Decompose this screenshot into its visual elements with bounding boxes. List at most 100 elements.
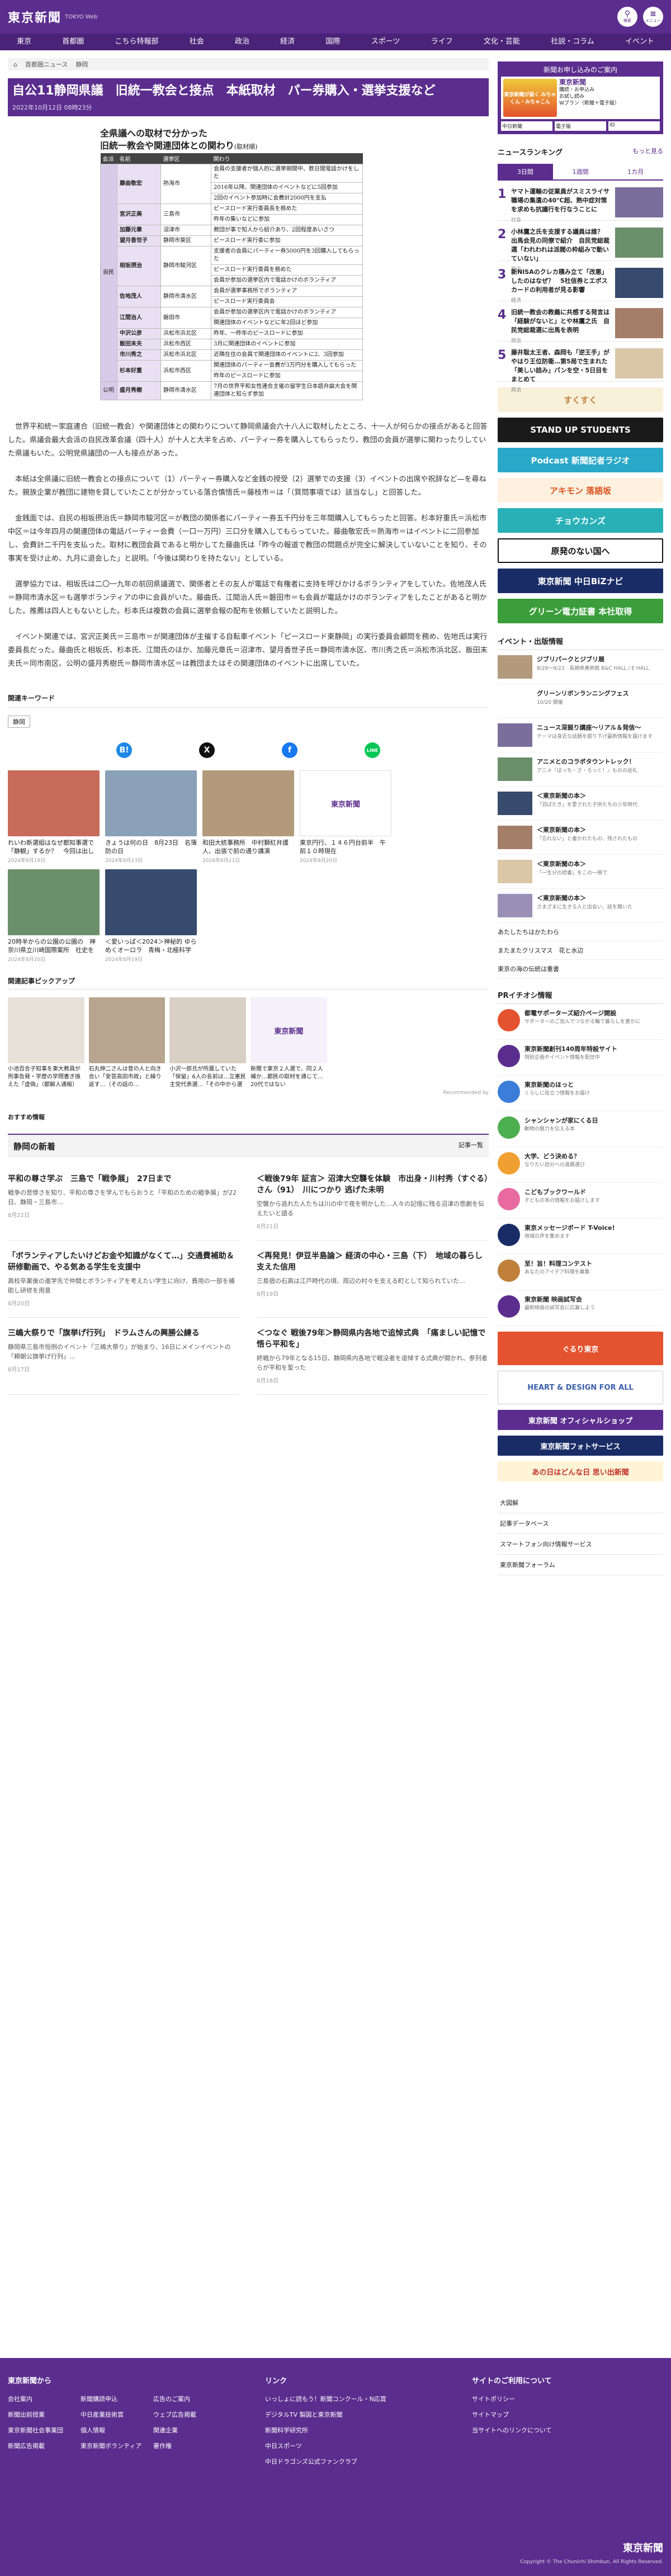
related-card[interactable]: ＜愛いっぱ＜2024＞神秘的 ゆらめくオーロラ 青梅・北極科学館（立川市） 202… — [105, 869, 197, 963]
footer-link[interactable]: 中日産業技術賞 — [81, 2410, 153, 2419]
pickup-card[interactable] — [412, 997, 489, 1089]
hatena-icon[interactable]: B! — [116, 742, 132, 758]
local-news-item[interactable]: ＜つなぐ 戦後79年＞静岡県内各地で追悼式典 「痛ましい記憶で悟ら平和を」 終戦か… — [257, 1318, 489, 1395]
local-news-headline[interactable]: ＜戦後79年 証言＞ 沼津大空襲を体験 市出身・川村秀（すぐる）さん（91） 川… — [257, 1173, 489, 1196]
footer-link[interactable]: 中日スポーツ — [265, 2441, 450, 2450]
nav-item[interactable]: こちら特報部 — [109, 34, 164, 50]
local-news-item[interactable]: ＜再発見！伊豆半島論＞ 経済の中心・三島（下） 地域の暮らし支えた信用 三島宿の石… — [257, 1240, 489, 1318]
footer-link[interactable]: サイトポリシー — [472, 2394, 552, 2403]
local-news-headline[interactable]: 平和の尊さ学ぶ 三島で「戦争展」 27日まで — [8, 1173, 240, 1185]
pr-item[interactable]: 東京新聞 映画試写会 最新映画の試写会に応募しよう — [498, 1290, 663, 1326]
nav-item[interactable]: 経済 — [275, 34, 300, 50]
sidebar-link[interactable]: 大図解 — [498, 1493, 663, 1513]
event-item[interactable]: アニメとのコラボタウントレック！ アニメ『ぼっち・ざ・ろっく！』ものの巡礼 — [498, 752, 663, 787]
footer-link[interactable]: 当サイトへのリンクについて — [472, 2426, 552, 2435]
pr-item[interactable]: 大学、どう決める？ なりたい自分への進路選び — [498, 1147, 663, 1183]
ad-id[interactable]: ID — [608, 121, 660, 131]
pr-item[interactable]: 東京新聞創刊140周年特設サイト 特別企画やイベント情報を配信中 — [498, 1040, 663, 1076]
ranking-item[interactable]: 5 藤井聡太王者、森岡も「逆王手」がやはり王位防衛…第5局で生まれた「美しい詰み」… — [498, 342, 663, 393]
nav-item[interactable]: 社説・コラム — [545, 34, 600, 50]
related-card[interactable]: 20時半からの公園の公園の 神奈川県立川崎国際案所 社史を更行に 2024年8月2… — [8, 869, 100, 963]
sidebar-link[interactable]: 記事データベース — [498, 1513, 663, 1534]
ad-digital[interactable]: 電子版 — [555, 121, 606, 131]
line-icon[interactable]: LINE — [365, 742, 380, 758]
local-news-headline[interactable]: ＜つなぐ 戦後79年＞静岡県内各地で追悼式典 「痛ましい記憶で悟ら平和を」 — [257, 1328, 489, 1350]
sidebar-banner[interactable]: ぐるり東京 — [498, 1332, 663, 1365]
ranking-item[interactable]: 1 ヤマト運輸の従業員がスミスライサ 職場の集遺の40℃超、熱中症対策を求めも抗議… — [498, 181, 663, 223]
sidebar-banner[interactable]: Podcast 新聞記者ラジオ — [498, 448, 663, 472]
local-news-item[interactable]: 「ボランティアしたいけどお金や知識がなくて…」交通費補助＆研修動画で、やる気ある… — [8, 1240, 240, 1318]
local-news-headline[interactable]: 「ボランティアしたいけどお金や知識がなくて…」交通費補助＆研修動画で、やる気ある… — [8, 1251, 240, 1273]
sidebar-banner[interactable]: チョウカンズ — [498, 508, 663, 533]
nav-item[interactable]: 文化・芸能 — [478, 34, 526, 50]
footer-link[interactable]: いっしょに読もう！新聞コンクール・N応賞 — [265, 2394, 450, 2403]
related-card[interactable]: 東京新聞 東京円行、１４６円台前半 午前１０時現在 2024年8月20日 — [300, 770, 391, 864]
ranking-more-link[interactable]: もっと見る — [632, 146, 663, 157]
facebook-icon[interactable]: f — [282, 742, 297, 758]
ranking-item[interactable]: 4 旧統一教会の教義に共感する発言は「経験がないと」とや林鷹之氏 自民党総裁選に出… — [498, 301, 663, 344]
related-card[interactable]: 和田大統事務所 中村獅紅弁護人、出張で前の通り講演 2024年8月21日 — [202, 770, 294, 864]
pr-item[interactable]: 都電サポーターズ紹介ページ開設 サポーターのご加入でつながる輪で暮らしを豊かに — [498, 1004, 663, 1040]
sidebar-banner[interactable]: HEART & DESIGN FOR ALL — [498, 1371, 663, 1404]
sidebar-banner[interactable]: STAND UP STUDENTS — [498, 418, 663, 442]
nav-item[interactable]: スポーツ — [366, 34, 406, 50]
keyword-tag[interactable]: 静岡 — [8, 716, 30, 728]
menu-button[interactable]: ≡ メニュー — [643, 7, 663, 27]
pr-item[interactable]: こどもブックワールド 子どもの本の情報をお届けします — [498, 1183, 663, 1219]
footer-link[interactable]: 新聞購読申込 — [81, 2394, 153, 2403]
sidebar-banner[interactable]: 原発のない国へ — [498, 538, 663, 563]
pickup-card[interactable]: 小沢一郎氏が所属していた「保留」6人の名前は…立憲民主党代表選…「その中から選ぶ… — [169, 997, 246, 1089]
event-item[interactable]: ニュース深掘り講座〜リアル＆発信〜 テーマは身近な話題を掘り下げ最新情報を届けます — [498, 718, 663, 752]
breadcrumb-item[interactable]: 首都圏ニュース — [25, 60, 68, 69]
pr-item[interactable]: 東京新聞のほっと くらしに役立つ情報をお届け — [498, 1076, 663, 1111]
footer-link[interactable]: 新聞出前授業 — [8, 2410, 81, 2419]
event-item[interactable]: グリーンリボンランニングフェス 10/20 開催 — [498, 684, 663, 718]
nav-item[interactable]: 社会 — [184, 34, 210, 50]
pickup-card[interactable]: 東京新聞 新聞で東京２人選で、同２人補か…都民の取材を通じて… 20代ではない — [251, 997, 327, 1089]
footer-link[interactable]: 新聞科学研究所 — [265, 2426, 450, 2435]
site-logo[interactable]: 東京新聞 — [8, 8, 62, 26]
pickup-card[interactable] — [331, 997, 408, 1089]
event-item[interactable]: ＜東京新聞の本＞ 「忘れない」と書かれたもの、残されたもの — [498, 821, 663, 855]
footer-link[interactable]: 関連企業 — [153, 2426, 226, 2435]
footer-link[interactable]: 会社案内 — [8, 2394, 81, 2403]
ranking-item[interactable]: 2 小林鷹之氏を支援する議員は誰？ 出馬会見の同僚で紹介 自民党総裁選「われわれは… — [498, 221, 663, 272]
sidebar-link[interactable]: スマートフォン向け情報サービス — [498, 1534, 663, 1555]
sidebar-banner[interactable]: あの日はどんな日 思い出新聞 — [498, 1461, 663, 1481]
tab-3days[interactable]: 3日間 — [498, 164, 553, 179]
footer-link[interactable]: 東京新聞ボランティア — [81, 2441, 153, 2450]
nav-item[interactable]: イベント — [620, 34, 660, 50]
breadcrumb-item[interactable]: 静岡 — [75, 60, 88, 69]
nav-item[interactable]: ライフ — [426, 34, 459, 50]
event-small-item[interactable]: 東京の海の伝統は重書 — [498, 960, 663, 978]
event-item[interactable]: ＜東京新聞の本＞ 「一生分の読書」をこの一冊で — [498, 855, 663, 889]
footer-link[interactable]: デジタルTV 製図と東京新聞 — [265, 2410, 450, 2419]
event-item[interactable]: ＜東京新聞の本＞ 「羽ばたき」を愛された子供たちの少年時代 — [498, 787, 663, 821]
x-icon[interactable]: X — [199, 742, 215, 758]
ad-chunichi[interactable]: 中日新聞 — [501, 121, 552, 131]
search-button[interactable]: ⚲ 検索 — [617, 7, 637, 27]
subscribe-ad[interactable]: 新聞お申し込みのご案内 東京新聞が届く みちゃくん・みちゃこん 東京新聞 購読・… — [498, 61, 663, 134]
local-news-more-link[interactable]: 記事一覧 — [459, 1140, 483, 1152]
home-icon[interactable]: ⌂ — [13, 61, 17, 68]
pr-item[interactable]: 至！旨！料理コンテスト あなたのアイデア料理を募集 — [498, 1254, 663, 1290]
footer-logo[interactable]: 東京新聞 — [520, 2540, 663, 2555]
footer-link[interactable]: 個人情報 — [81, 2426, 153, 2435]
pr-item[interactable]: シャンシャンが家にくる日 動物の魅力を伝える本 — [498, 1111, 663, 1147]
footer-link[interactable]: 東京新聞社会事業団 — [8, 2426, 81, 2435]
related-card[interactable]: きょうは何の日 8月23日 名簿防の日 2024年8月23日 — [105, 770, 197, 864]
local-news-item[interactable]: 三嶋大祭りで「旗挙げ行列」 ドラムさんの興勝公練る 静岡県三島市恒例のイベント「三… — [8, 1318, 240, 1395]
sidebar-banner[interactable]: グリーン電力証書 本社取得 — [498, 599, 663, 623]
nav-item[interactable]: 東京 — [11, 34, 37, 50]
pr-item[interactable]: 東京メッセージボード T-Voice! 地域の声を集めます — [498, 1219, 663, 1254]
pickup-card[interactable]: 小池百合子知事を東大教員が刑事告発・学歴の学問書き換えた「虚偽」（都解人通報） — [8, 997, 84, 1089]
event-item[interactable]: ＜東京新聞の本＞ さまざまに生きる人と出会い、話を聞いた — [498, 889, 663, 923]
related-card[interactable]: れいわ新選組はなぜ都知事選で「静観」するか？ 今回は出したい比較候補者の「小池百… — [8, 770, 100, 864]
footer-link[interactable]: 広告のご案内 — [153, 2394, 226, 2403]
event-item[interactable]: ジブリパークとジブリ展 8/28〜9/23 長崎県美術館 B&C HALL / E… — [498, 650, 663, 684]
footer-link[interactable]: サイトマップ — [472, 2410, 552, 2419]
local-news-item[interactable]: ＜戦後79年 証言＞ 沼津大空襲を体験 市出身・川村秀（すぐる）さん（91） 川… — [257, 1163, 489, 1240]
sidebar-banner[interactable]: 東京新聞 オフィシャルショップ — [498, 1410, 663, 1430]
sidebar-banner[interactable]: 東京新聞 中日BiZナビ — [498, 569, 663, 593]
event-small-item[interactable]: またまたクリスマス 花と水辺 — [498, 941, 663, 960]
